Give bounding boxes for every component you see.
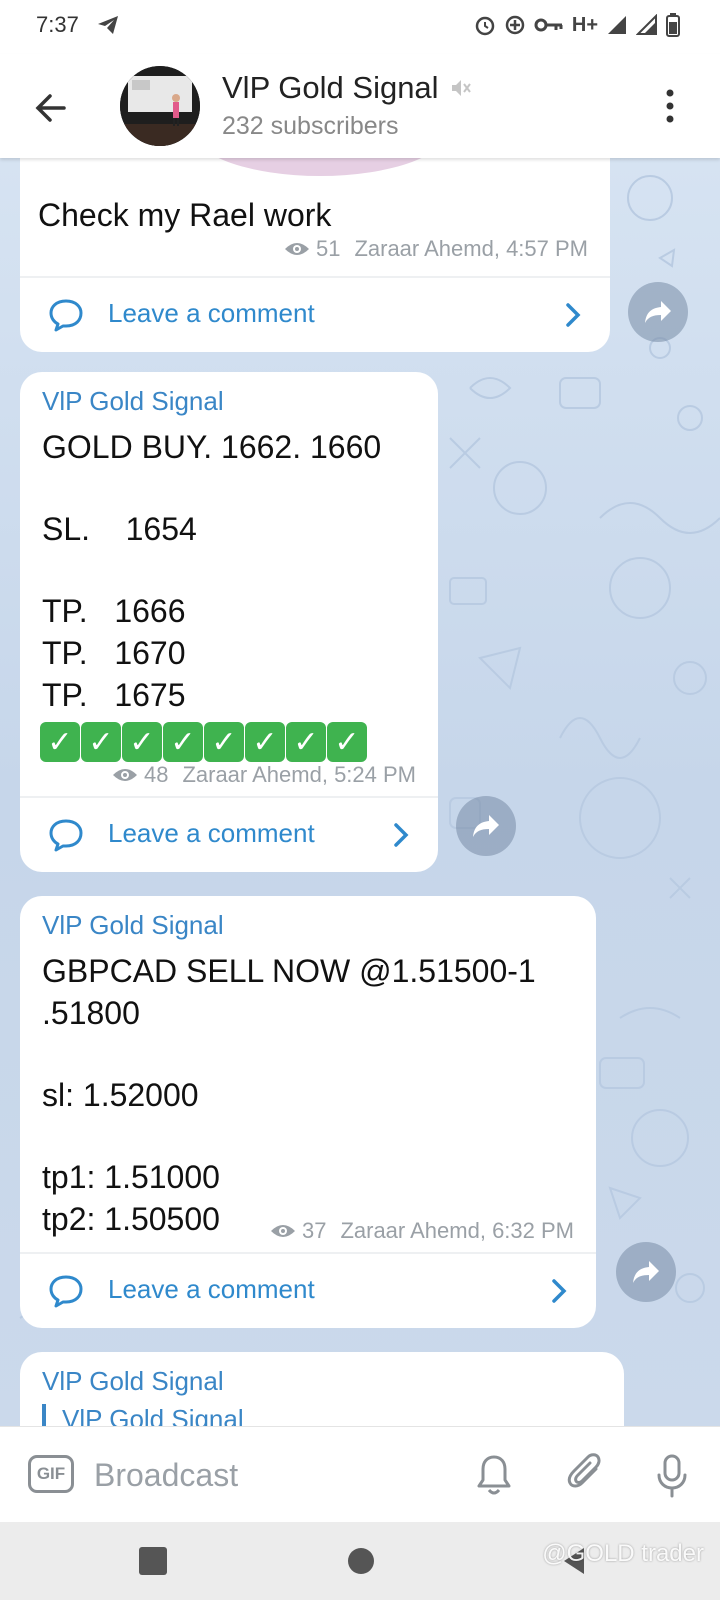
message-bubble[interactable]: Check my Rael work 51 Zaraar Ahemd, 4:57… bbox=[20, 158, 610, 352]
check-emoji: ✓ bbox=[204, 722, 244, 762]
check-emoji: ✓ bbox=[81, 722, 121, 762]
chat-area[interactable]: Check my Rael work 51 Zaraar Ahemd, 4:57… bbox=[0, 158, 720, 1426]
channel-avatar[interactable] bbox=[120, 66, 200, 146]
check-emoji: ✓ bbox=[245, 722, 285, 762]
leave-comment-button[interactable]: Leave a comment bbox=[20, 278, 610, 352]
signal-icon bbox=[636, 14, 657, 35]
chevron-right-icon bbox=[552, 1279, 567, 1303]
share-button[interactable] bbox=[628, 282, 688, 342]
eye-icon bbox=[112, 769, 137, 781]
message-image-fragment bbox=[218, 158, 422, 176]
check-emoji-row: ✓ ✓ ✓ ✓ ✓ ✓ ✓ ✓ bbox=[40, 722, 367, 762]
reply-sender-name: VlP Gold Signal bbox=[62, 1404, 244, 1426]
author-time: Zaraar Ahemd, 5:24 PM bbox=[182, 762, 416, 787]
channel-name: VlP Gold Signal bbox=[222, 70, 439, 105]
sender-name: VlP Gold Signal bbox=[42, 910, 224, 940]
status-time: 7:37 bbox=[36, 12, 79, 37]
telegram-icon bbox=[98, 16, 118, 34]
share-button[interactable] bbox=[456, 796, 516, 856]
chevron-right-icon bbox=[566, 303, 581, 327]
check-emoji: ✓ bbox=[327, 722, 367, 762]
message-line: GBPCAD SELL NOW @1.51500-1 bbox=[42, 953, 536, 989]
subscriber-count: 232 subscribers bbox=[222, 112, 399, 140]
message-meta: 48 Zaraar Ahemd, 5:24 PM bbox=[112, 762, 416, 788]
message-meta: 51 Zaraar Ahemd, 4:57 PM bbox=[284, 236, 588, 262]
leave-comment-button[interactable]: Leave a comment bbox=[20, 1254, 596, 1328]
data-saver-icon bbox=[505, 15, 525, 35]
system-nav-bar: @GOLD trader bbox=[0, 1522, 720, 1600]
gif-button[interactable]: GIF bbox=[28, 1455, 74, 1493]
status-icons: H+ bbox=[474, 13, 680, 37]
comment-label: Leave a comment bbox=[108, 298, 315, 328]
message-line: tp1: 1.51000 bbox=[42, 1159, 220, 1195]
comment-icon bbox=[49, 299, 83, 332]
message-meta: 37 Zaraar Ahemd, 6:32 PM bbox=[270, 1218, 574, 1244]
more-vert-icon[interactable] bbox=[664, 88, 676, 124]
view-count: 48 bbox=[143, 762, 169, 787]
mute-icon bbox=[451, 80, 471, 96]
network-type: H+ bbox=[571, 13, 598, 36]
comment-label: Leave a comment bbox=[108, 1274, 315, 1304]
check-emoji: ✓ bbox=[40, 722, 80, 762]
share-button[interactable] bbox=[616, 1242, 676, 1302]
key-icon bbox=[534, 18, 563, 32]
view-count: 51 bbox=[315, 236, 341, 261]
share-icon bbox=[645, 301, 671, 323]
battery-icon bbox=[666, 13, 680, 37]
message-line: .51800 bbox=[42, 995, 140, 1031]
watermark: @GOLD trader bbox=[542, 1540, 704, 1567]
broadcast-input[interactable]: Broadcast bbox=[94, 1457, 238, 1494]
leave-comment-button[interactable]: Leave a comment bbox=[20, 798, 438, 872]
share-icon bbox=[633, 1261, 659, 1283]
channel-title[interactable]: VlP Gold Signal bbox=[222, 70, 471, 106]
message-line: SL. 1654 bbox=[42, 511, 197, 547]
message-line: TP. 1670 bbox=[42, 635, 186, 671]
comment-icon bbox=[49, 819, 83, 852]
sender-name: VlP Gold Signal bbox=[42, 1366, 224, 1396]
author-time: Zaraar Ahemd, 4:57 PM bbox=[354, 236, 588, 261]
message-line: TP. 1675 bbox=[42, 677, 186, 713]
reply-quote-bar bbox=[42, 1404, 46, 1426]
signal-icon bbox=[608, 16, 626, 34]
message-line: tp2: 1.50500 bbox=[42, 1201, 220, 1237]
view-count: 37 bbox=[301, 1218, 327, 1243]
recents-button[interactable] bbox=[139, 1547, 167, 1575]
author-time: Zaraar Ahemd, 6:32 PM bbox=[340, 1218, 574, 1243]
message-bubble[interactable]: VlP Gold Signal GBPCAD SELL NOW @1.51500… bbox=[20, 896, 596, 1328]
alarm-icon bbox=[475, 16, 495, 36]
message-input-bar: GIF Broadcast bbox=[0, 1426, 720, 1523]
message-bubble[interactable]: VlP Gold Signal GOLD BUY. 1662. 1660 SL.… bbox=[20, 372, 438, 872]
chat-header: VlP Gold Signal 232 subscribers bbox=[0, 54, 720, 158]
check-emoji: ✓ bbox=[122, 722, 162, 762]
check-emoji: ✓ bbox=[163, 722, 203, 762]
status-bar: 7:37 H+ bbox=[0, 0, 720, 54]
bell-icon[interactable] bbox=[474, 1453, 514, 1497]
back-arrow-icon[interactable] bbox=[30, 88, 70, 128]
eye-icon bbox=[270, 1225, 295, 1237]
comment-icon bbox=[49, 1275, 83, 1308]
chevron-right-icon bbox=[394, 823, 409, 847]
home-button[interactable] bbox=[348, 1548, 374, 1574]
check-emoji: ✓ bbox=[286, 722, 326, 762]
comment-label: Leave a comment bbox=[108, 818, 315, 848]
message-line: TP. 1666 bbox=[42, 593, 186, 629]
message-bubble[interactable]: VlP Gold Signal VlP Gold Signal bbox=[20, 1352, 624, 1426]
share-icon bbox=[473, 815, 499, 837]
message-text: Check my Rael work bbox=[38, 197, 332, 233]
eye-icon bbox=[284, 243, 309, 255]
microphone-icon[interactable] bbox=[654, 1453, 690, 1499]
sender-name: VlP Gold Signal bbox=[42, 386, 224, 416]
message-line: sl: 1.52000 bbox=[42, 1077, 199, 1113]
message-line: GOLD BUY. 1662. 1660 bbox=[42, 429, 382, 465]
paperclip-icon[interactable] bbox=[566, 1453, 606, 1497]
